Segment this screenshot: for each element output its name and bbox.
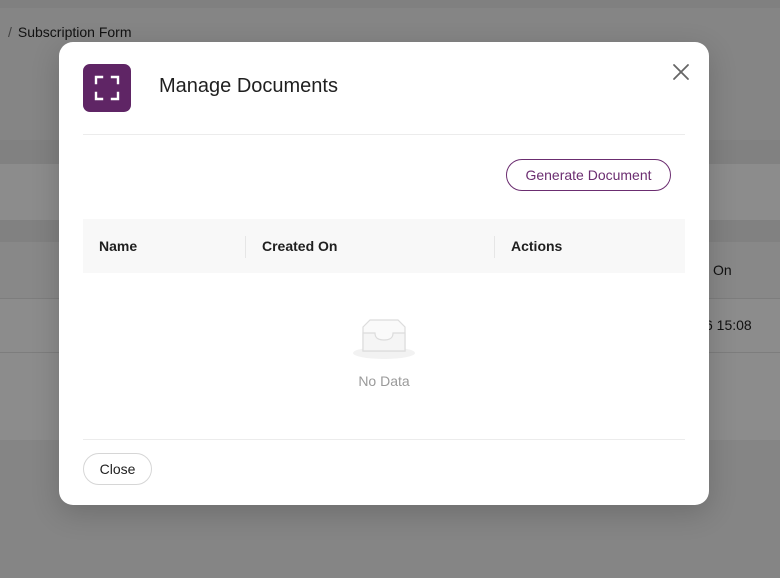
- modal-title: Manage Documents: [159, 75, 338, 97]
- generate-document-button[interactable]: Generate Document: [506, 159, 671, 191]
- column-separator: [494, 236, 495, 258]
- expand-frame-icon: [83, 64, 131, 112]
- footer-divider: [83, 439, 685, 440]
- column-header-actions[interactable]: Actions: [511, 219, 562, 273]
- empty-inbox-icon: [351, 319, 417, 366]
- header-divider: [83, 134, 685, 135]
- empty-state-text: No Data: [358, 373, 410, 389]
- close-button[interactable]: Close: [83, 453, 152, 485]
- column-header-name[interactable]: Name: [99, 219, 137, 273]
- documents-table-header: Name Created On Actions: [83, 219, 685, 273]
- empty-state: No Data: [83, 273, 685, 439]
- column-header-created-on[interactable]: Created On: [262, 219, 337, 273]
- column-separator: [245, 236, 246, 258]
- close-icon[interactable]: [667, 58, 695, 86]
- manage-documents-modal: Manage Documents Generate Document Name …: [59, 42, 709, 505]
